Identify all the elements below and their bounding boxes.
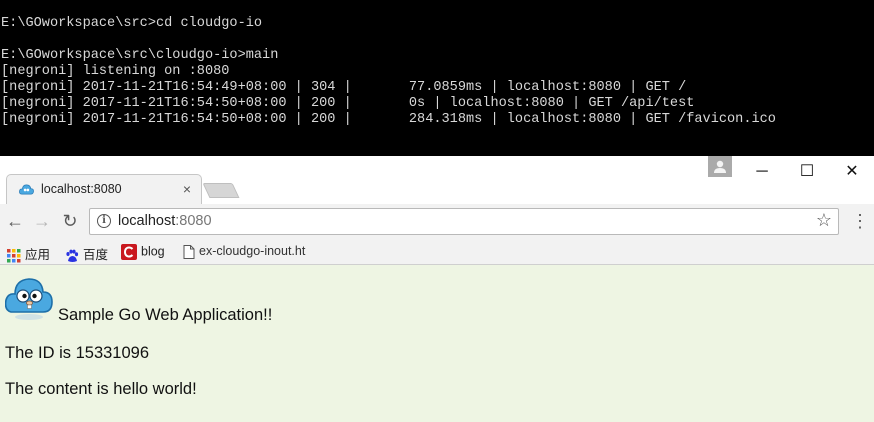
cloud-gopher-logo bbox=[5, 278, 53, 320]
profile-button[interactable] bbox=[708, 156, 732, 177]
page-heading: Sample Go Web Application!! bbox=[58, 306, 273, 324]
bookmarks-bar: 应用 百度 blog ex-cloudgo-inout.ht bbox=[0, 238, 874, 265]
bookmark-label: 应用 bbox=[25, 248, 51, 262]
bookmark-label: blog bbox=[141, 244, 165, 259]
url-text[interactable]: localhost:8080 bbox=[118, 213, 212, 229]
maximize-button[interactable]: ☐ bbox=[797, 162, 817, 182]
bookmark-apps[interactable]: 应用 bbox=[7, 244, 50, 263]
tab-close-button[interactable]: × bbox=[183, 181, 191, 197]
browser-window: localhost:8080 × ─ ☐ ✕ ← → ↻ i localhost… bbox=[0, 156, 874, 422]
content-line: The content is hello world! bbox=[5, 380, 197, 398]
id-line: The ID is 15331096 bbox=[5, 344, 150, 362]
csdn-c-icon bbox=[121, 244, 137, 260]
minimize-button[interactable]: ─ bbox=[752, 162, 772, 182]
terminal-line: [negroni] listening on :8080 bbox=[1, 64, 230, 79]
tab-title: localhost:8080 bbox=[41, 182, 122, 196]
person-icon bbox=[714, 160, 726, 173]
bookmark-ex-cloudgo[interactable]: ex-cloudgo-inout.ht bbox=[183, 244, 305, 259]
bookmark-blog[interactable]: blog bbox=[121, 244, 165, 260]
bookmark-label: 百度 bbox=[83, 248, 109, 262]
terminal-line: [negroni] 2017-11-21T16:54:50+08:00 | 20… bbox=[1, 112, 776, 127]
terminal-line: [negroni] 2017-11-21T16:54:49+08:00 | 30… bbox=[1, 80, 687, 95]
terminal-line: E:\GOworkspace\src\cloudgo-io>main bbox=[1, 48, 279, 63]
terminal-window[interactable]: E:\GOworkspace\src>cd cloudgo-io E:\GOwo… bbox=[0, 0, 874, 156]
file-icon bbox=[183, 244, 195, 259]
title-bar: localhost:8080 × ─ ☐ ✕ bbox=[0, 156, 874, 204]
close-window-button[interactable]: ✕ bbox=[842, 162, 862, 182]
cloud-gopher-icon bbox=[19, 184, 34, 195]
forward-button[interactable]: → bbox=[31, 210, 53, 232]
reload-button[interactable]: ↻ bbox=[59, 210, 81, 232]
bookmark-baidu[interactable]: 百度 bbox=[65, 244, 108, 263]
browser-toolbar: ← → ↻ i localhost:8080 ☆ ⋮ bbox=[0, 204, 874, 238]
terminal-line: E:\GOworkspace\src>cd cloudgo-io bbox=[1, 16, 263, 31]
page-content: Sample Go Web Application!! The ID is 15… bbox=[0, 265, 874, 422]
url-port: :8080 bbox=[175, 213, 212, 229]
star-icon[interactable]: ☆ bbox=[816, 210, 832, 231]
new-tab-button[interactable] bbox=[202, 183, 240, 198]
apps-grid-icon bbox=[7, 248, 21, 263]
info-icon[interactable]: i bbox=[97, 214, 111, 228]
back-button[interactable]: ← bbox=[4, 210, 26, 232]
terminal-line: [negroni] 2017-11-21T16:54:50+08:00 | 20… bbox=[1, 96, 695, 111]
tab-localhost[interactable]: localhost:8080 × bbox=[6, 174, 202, 204]
url-host: localhost bbox=[118, 213, 176, 229]
bookmark-label: ex-cloudgo-inout.ht bbox=[199, 244, 306, 258]
baidu-paw-icon bbox=[66, 249, 79, 262]
menu-button[interactable]: ⋮ bbox=[849, 210, 871, 232]
address-bar[interactable]: i localhost:8080 ☆ bbox=[89, 208, 839, 235]
